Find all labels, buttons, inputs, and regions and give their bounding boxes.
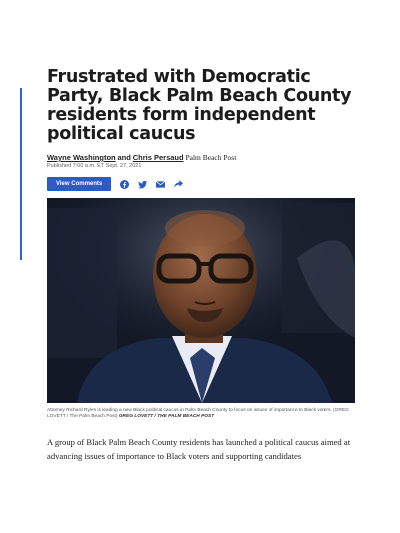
published-timestamp: Published 7:00 a.m. ET Sept. 27, 2021 — [47, 163, 142, 169]
view-comments-button[interactable]: View Comments — [47, 177, 112, 191]
publication-name: Palm Beach Post — [185, 153, 237, 162]
author-link-2[interactable]: Chris Persaud — [133, 153, 184, 162]
photo-credit: GREG LOVETT / THE PALM BEACH POST — [118, 414, 215, 419]
share-arrow-icon[interactable] — [174, 180, 184, 189]
headline: Frustrated with Democratic Party, Black … — [47, 67, 352, 144]
left-accent-rule — [20, 88, 22, 260]
share-row: View Comments — [47, 177, 365, 191]
portrait-illustration — [47, 198, 355, 403]
twitter-icon[interactable] — [138, 180, 148, 189]
photo-caption: Attorney Richard Ryles is leading a new … — [47, 408, 355, 420]
byline: Wayne Washington and Chris Persaud Palm … — [47, 153, 365, 162]
article-hero-photo[interactable] — [47, 198, 355, 403]
facebook-icon[interactable] — [120, 179, 130, 189]
author-joiner: and — [117, 153, 131, 162]
article: Frustrated with Democratic Party, Black … — [47, 68, 365, 472]
article-body-paragraph: A group of Black Palm Beach County resid… — [47, 437, 351, 461]
email-icon[interactable] — [156, 180, 166, 189]
author-link-1[interactable]: Wayne Washington — [47, 153, 116, 162]
